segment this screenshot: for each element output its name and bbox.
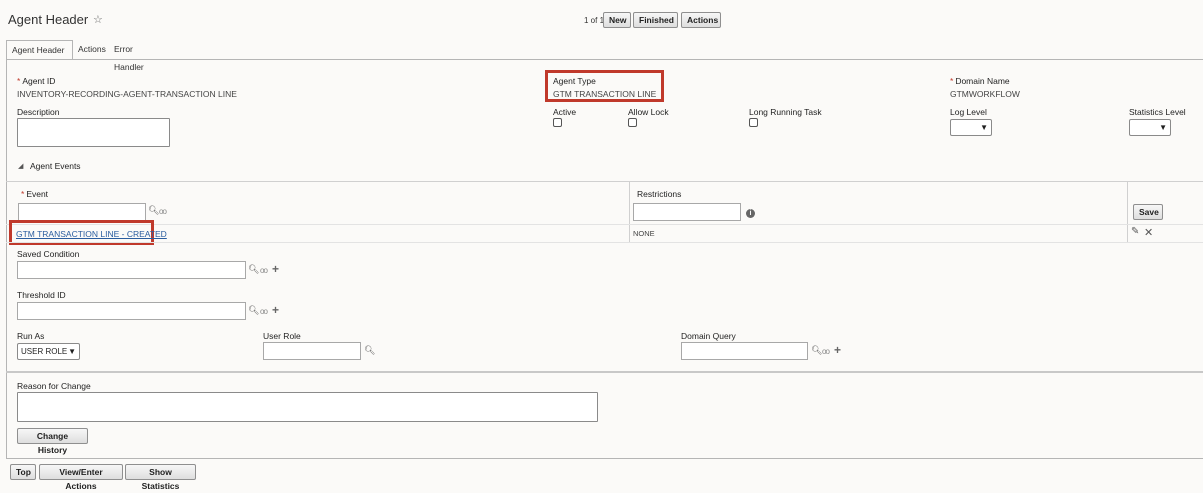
agent-id-label: * Agent ID <box>17 76 56 86</box>
change-history-button[interactable]: Change History <box>17 428 88 455</box>
restriction-value: NONE <box>633 229 655 238</box>
grid-row-border <box>6 242 1203 243</box>
new-button[interactable]: New <box>603 12 631 28</box>
view-enter-actions-button[interactable]: View/Enter Actions <box>39 464 123 491</box>
user-role-label: User Role <box>263 331 301 341</box>
edit-pencil-icon[interactable]: ✎ <box>1131 226 1139 237</box>
grid-row-border <box>6 224 1203 225</box>
domain-query-label: Domain Query <box>681 331 736 341</box>
reason-for-change-textarea[interactable] <box>17 392 598 422</box>
run-as-label: Run As <box>17 331 45 341</box>
section-separator <box>6 371 1203 373</box>
description-textarea[interactable] <box>17 118 170 147</box>
tab-actions[interactable]: Actions <box>73 40 111 60</box>
statistics-level-select[interactable]: ▼ <box>1129 119 1171 136</box>
page-title: Agent Header <box>8 12 89 27</box>
chevron-down-icon: ▼ <box>68 347 76 356</box>
search-icon[interactable]: 🔍︎ <box>811 345 822 356</box>
agent-type-value: GTM TRANSACTION LINE <box>553 89 657 99</box>
top-button[interactable]: Top <box>10 464 36 480</box>
long-running-label: Long Running Task <box>749 107 822 117</box>
delete-x-icon[interactable]: ✕ <box>1144 226 1153 239</box>
saved-condition-label: Saved Condition <box>17 249 80 259</box>
tab-error-handler[interactable]: Error Handler <box>109 40 149 72</box>
long-running-checkbox[interactable] <box>749 118 758 127</box>
user-role-input[interactable] <box>263 342 361 360</box>
threshold-id-input[interactable] <box>17 302 246 320</box>
active-checkbox[interactable] <box>553 118 562 127</box>
domain-name-value: GTMWORKFLOW <box>950 89 1020 99</box>
add-plus-icon[interactable]: + <box>834 343 841 357</box>
lookup-glasses-icon[interactable]: oo <box>822 347 830 356</box>
search-icon[interactable]: 🔍︎ <box>364 345 375 356</box>
allow-lock-checkbox[interactable] <box>628 118 637 127</box>
add-plus-icon[interactable]: + <box>272 262 279 276</box>
info-icon[interactable]: i <box>746 209 755 218</box>
run-as-value: USER ROLE <box>21 347 68 356</box>
statistics-level-label: Statistics Level <box>1129 107 1186 117</box>
domain-query-input[interactable] <box>681 342 808 360</box>
search-icon[interactable]: 🔍︎ <box>148 205 159 216</box>
chevron-down-icon: ▼ <box>1159 123 1167 132</box>
active-label: Active <box>553 107 577 117</box>
pager-text: 1 of 1 <box>584 16 605 25</box>
threshold-id-label: Threshold ID <box>17 290 66 300</box>
event-link-created[interactable]: GTM TRANSACTION LINE - CREATED <box>16 229 167 239</box>
save-button[interactable]: Save <box>1133 204 1163 220</box>
grid-divider <box>629 181 630 242</box>
search-icon[interactable]: 🔍︎ <box>248 264 259 275</box>
event-input[interactable] <box>18 203 146 221</box>
grid-divider <box>1127 181 1128 242</box>
chevron-down-icon: ▼ <box>980 123 988 132</box>
lookup-glasses-icon[interactable]: oo <box>260 307 268 316</box>
agent-type-label: Agent Type <box>553 76 596 86</box>
description-label: Description <box>17 107 60 117</box>
lookup-glasses-icon[interactable]: oo <box>159 207 167 216</box>
show-statistics-button[interactable]: Show Statistics <box>125 464 196 491</box>
events-grid-top-border <box>6 181 1203 182</box>
finished-button[interactable]: Finished <box>633 12 678 28</box>
domain-name-label: * Domain Name <box>950 76 1010 86</box>
agent-events-heading: Agent Events <box>30 161 81 171</box>
actions-button[interactable]: Actions <box>681 12 721 28</box>
add-plus-icon[interactable]: + <box>272 303 279 317</box>
log-level-label: Log Level <box>950 107 987 117</box>
log-level-select[interactable]: ▼ <box>950 119 992 136</box>
lookup-glasses-icon[interactable]: oo <box>260 266 268 275</box>
favorite-star-icon[interactable]: ☆ <box>93 13 103 26</box>
restrictions-column-label: Restrictions <box>637 189 682 199</box>
search-icon[interactable]: 🔍︎ <box>248 305 259 316</box>
run-as-select[interactable]: USER ROLE ▼ <box>17 343 80 360</box>
agent-id-value: INVENTORY-RECORDING-AGENT-TRANSACTION LI… <box>17 89 237 99</box>
reason-for-change-label: Reason for Change <box>17 381 91 391</box>
collapse-triangle-icon[interactable]: ◢ <box>18 162 23 170</box>
event-column-label: * Event <box>21 189 49 199</box>
tab-agent-header[interactable]: Agent Header <box>6 40 73 60</box>
saved-condition-input[interactable] <box>17 261 246 279</box>
allow-lock-label: Allow Lock <box>628 107 669 117</box>
restrictions-input[interactable] <box>633 203 741 221</box>
